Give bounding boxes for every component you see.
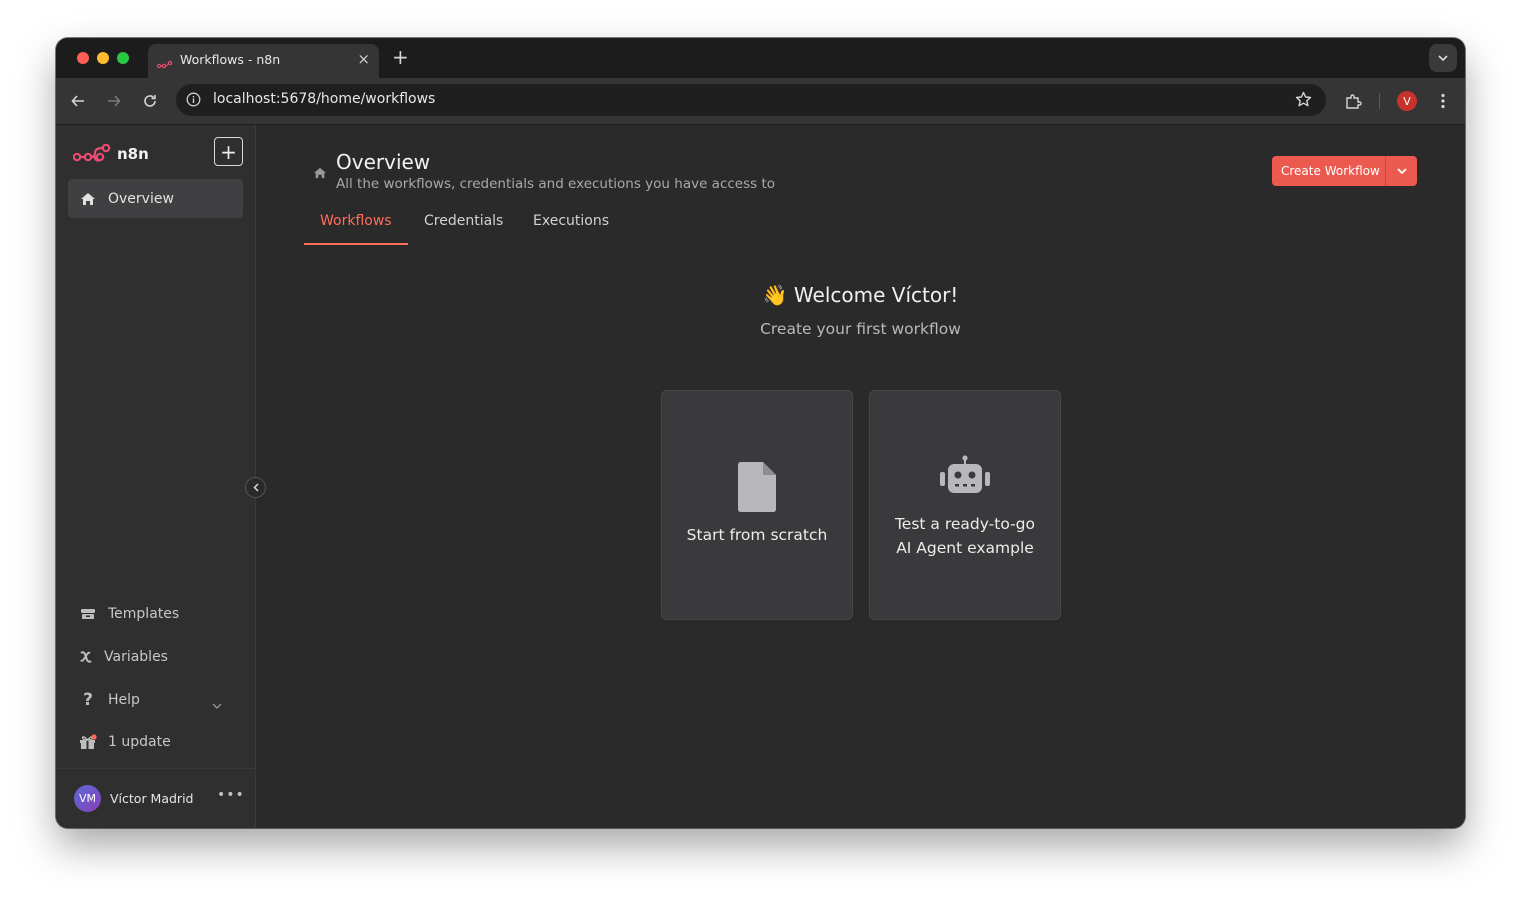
add-resource-button[interactable]: + bbox=[214, 137, 243, 166]
sidebar-item-label: Variables bbox=[104, 649, 168, 665]
home-icon bbox=[68, 192, 108, 206]
profile-avatar[interactable]: V bbox=[1397, 91, 1417, 111]
help-icon: ? bbox=[83, 690, 93, 710]
chevron-down-icon bbox=[212, 694, 222, 713]
minimize-window-button[interactable] bbox=[97, 52, 109, 64]
arrow-left-icon bbox=[71, 95, 84, 107]
ai-agent-example-card[interactable]: Test a ready-to-go AI Agent example bbox=[869, 390, 1061, 620]
user-menu[interactable]: VM Víctor Madrid ••• bbox=[56, 768, 255, 828]
home-icon bbox=[313, 164, 327, 183]
sidebar-item-updates[interactable]: 1 update bbox=[68, 725, 243, 759]
new-tab-button[interactable]: + bbox=[392, 46, 409, 68]
more-vertical-icon bbox=[1441, 93, 1445, 109]
tab-search-button[interactable] bbox=[1429, 44, 1457, 72]
card-label-line1: Test a ready-to-go bbox=[894, 515, 1036, 533]
bookmark-star-icon[interactable] bbox=[1295, 91, 1312, 112]
card-label-line2: AI Agent example bbox=[896, 539, 1034, 557]
chevron-down-icon bbox=[1396, 168, 1407, 174]
create-options-dropdown[interactable] bbox=[1386, 168, 1417, 174]
page-title: Overview bbox=[336, 150, 431, 174]
puzzle-icon bbox=[1345, 93, 1362, 109]
avatar[interactable]: VM bbox=[74, 785, 101, 812]
logo-text: n8n bbox=[117, 145, 149, 163]
n8n-logo[interactable]: n8n bbox=[73, 144, 149, 164]
n8n-favicon-icon bbox=[156, 55, 173, 74]
close-window-button[interactable] bbox=[77, 52, 89, 64]
sidebar-item-help[interactable]: ? Help bbox=[68, 683, 243, 717]
start-from-scratch-card[interactable]: Start from scratch bbox=[661, 390, 853, 620]
tab-credentials[interactable]: Credentials bbox=[424, 213, 503, 243]
sidebar-item-overview[interactable]: Overview bbox=[68, 179, 243, 218]
sidebar-item-variables[interactable]: Variables bbox=[68, 640, 243, 674]
reload-button[interactable] bbox=[140, 91, 160, 111]
create-workflow-button[interactable]: Create Workflow bbox=[1272, 156, 1417, 186]
arrow-right-icon bbox=[108, 95, 121, 107]
sidebar-item-label: Overview bbox=[108, 190, 174, 207]
browser-tab[interactable]: Workflows - n8n × bbox=[148, 44, 379, 78]
welcome-subheading: Create your first workflow bbox=[760, 320, 961, 338]
robot-icon bbox=[870, 455, 1060, 495]
toolbar-divider bbox=[1379, 93, 1380, 109]
sidebar-item-label: Templates bbox=[108, 606, 180, 622]
address-bar[interactable]: localhost:5678/home/workflows bbox=[176, 84, 1326, 116]
variables-icon bbox=[68, 650, 104, 664]
maximize-window-button[interactable] bbox=[117, 52, 129, 64]
user-name: Víctor Madrid bbox=[110, 791, 194, 806]
tab-title: Workflows - n8n bbox=[180, 52, 281, 67]
tab-strip: Workflows - n8n × + bbox=[56, 38, 1465, 78]
tab-close-icon[interactable]: × bbox=[357, 50, 370, 68]
create-workflow-label[interactable]: Create Workflow bbox=[1272, 164, 1385, 178]
file-icon bbox=[662, 462, 852, 512]
welcome-heading: 👋 Welcome Víctor! bbox=[762, 283, 959, 307]
page-subtitle: All the workflows, credentials and execu… bbox=[336, 176, 776, 192]
tab-workflows[interactable]: Workflows bbox=[320, 213, 392, 243]
browser-window: Workflows - n8n × + localhost:5678/home/… bbox=[56, 38, 1465, 828]
back-button[interactable] bbox=[68, 91, 88, 111]
active-tab-indicator bbox=[304, 243, 408, 245]
forward-button[interactable] bbox=[104, 91, 124, 111]
sidebar-item-label: Help bbox=[108, 692, 140, 708]
gift-icon bbox=[68, 734, 108, 750]
main-content: Overview All the workflows, credentials … bbox=[256, 125, 1465, 828]
n8n-app: n8n + Overview Templates Variables ? Hel… bbox=[56, 125, 1465, 828]
extensions-button[interactable] bbox=[1343, 91, 1363, 111]
chevron-down-icon bbox=[1438, 55, 1448, 61]
site-info-icon[interactable] bbox=[186, 92, 201, 111]
n8n-logo-icon bbox=[73, 144, 111, 162]
sidebar-item-label: 1 update bbox=[108, 734, 171, 750]
browser-menu-button[interactable] bbox=[1433, 91, 1453, 111]
templates-icon bbox=[68, 608, 108, 620]
sidebar-item-templates[interactable]: Templates bbox=[68, 597, 243, 631]
browser-toolbar: localhost:5678/home/workflows V bbox=[56, 78, 1465, 125]
tab-executions[interactable]: Executions bbox=[533, 213, 609, 243]
sidebar: n8n + Overview Templates Variables ? Hel… bbox=[56, 125, 256, 828]
url-text[interactable]: localhost:5678/home/workflows bbox=[213, 91, 435, 107]
reload-icon bbox=[144, 95, 156, 107]
user-more-button[interactable]: ••• bbox=[217, 787, 245, 803]
card-label: Start from scratch bbox=[686, 526, 828, 544]
